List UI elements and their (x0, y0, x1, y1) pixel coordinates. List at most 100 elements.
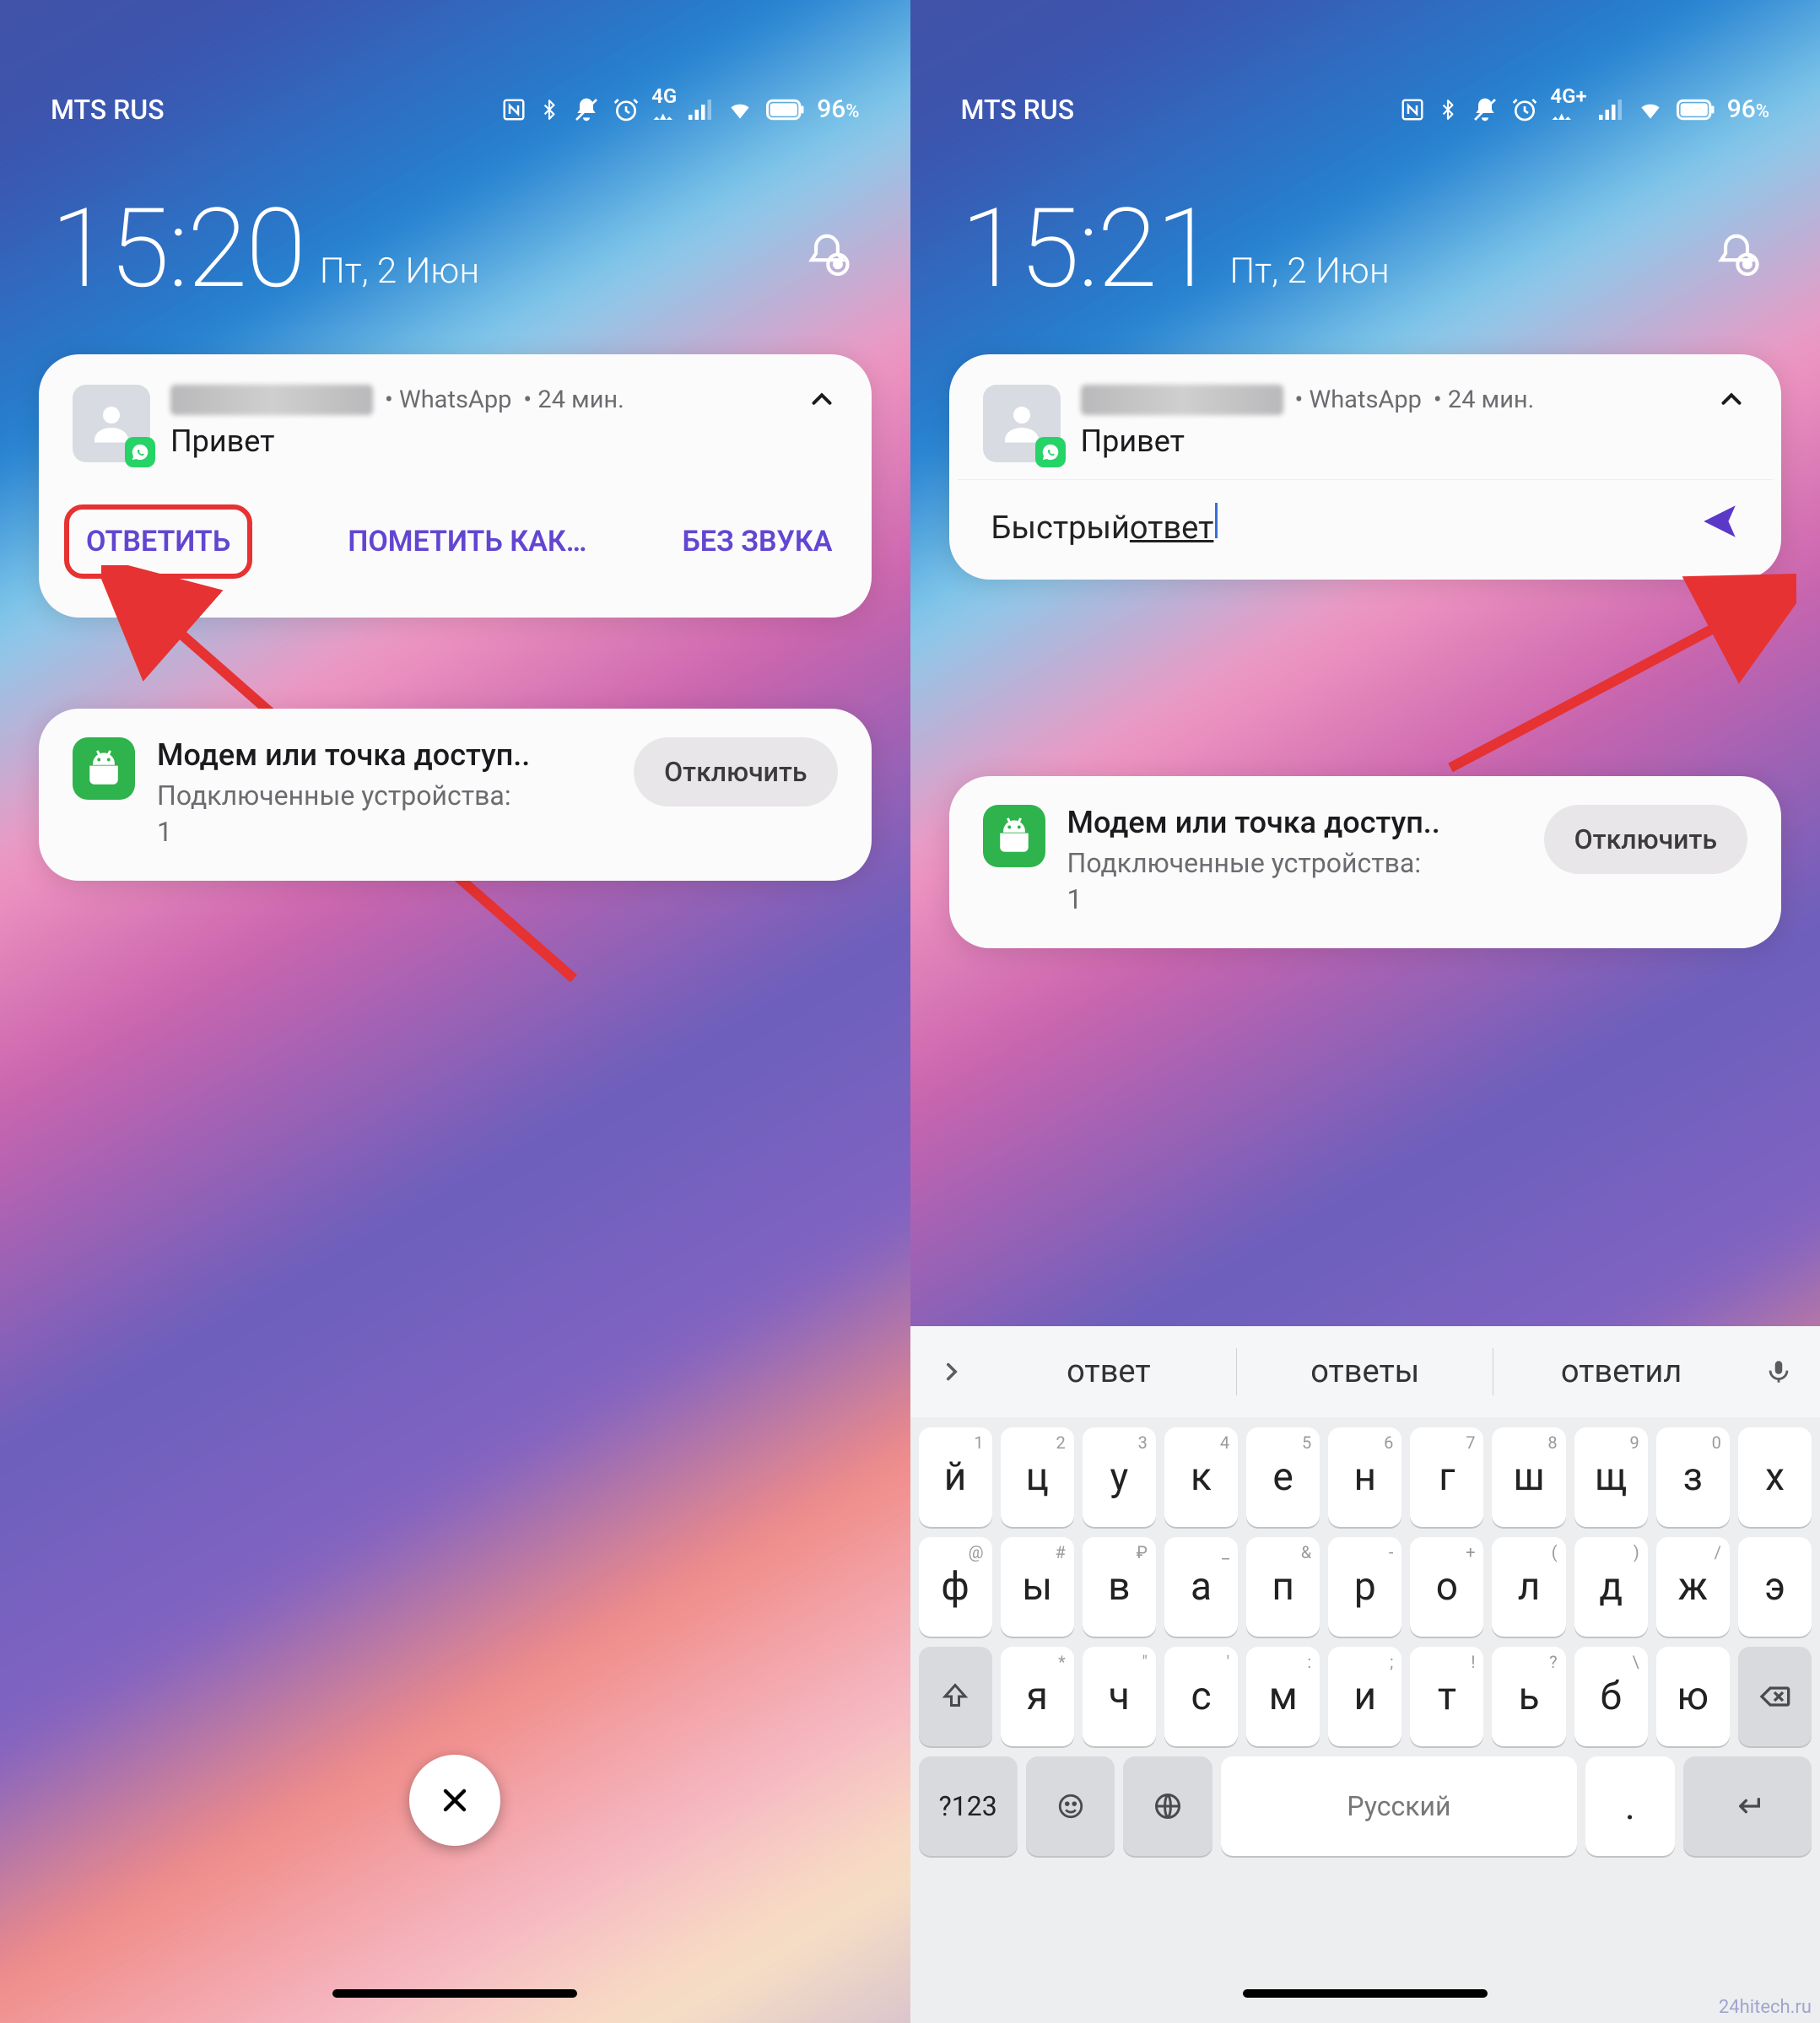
space-key[interactable]: Русский (1221, 1756, 1577, 1856)
quick-reply-input[interactable]: Быстрый ответ (991, 503, 1682, 547)
send-button[interactable] (1698, 500, 1747, 549)
key-ч[interactable]: ч" (1083, 1647, 1156, 1746)
mark-as-read-button[interactable]: ПОМЕТИТЬ КАК… (348, 525, 586, 558)
key-з[interactable]: з0 (1656, 1427, 1730, 1527)
key-я[interactable]: я* (1001, 1647, 1074, 1746)
avatar (983, 385, 1061, 462)
key-ц[interactable]: ц2 (1001, 1427, 1074, 1527)
clear-notifications-button[interactable] (409, 1755, 500, 1846)
bluetooth-icon (538, 96, 560, 123)
period-key[interactable]: . (1585, 1756, 1675, 1856)
status-icons: 4G+ 96% (1400, 90, 1769, 129)
nav-bar-indicator (1243, 1989, 1488, 1998)
key-в[interactable]: в₽ (1083, 1537, 1156, 1637)
notification-time: • 24 мин. (523, 386, 624, 414)
nav-bar-indicator (332, 1989, 577, 1998)
key-д[interactable]: д) (1574, 1537, 1648, 1637)
key-а[interactable]: а_ (1164, 1537, 1238, 1637)
key-ь[interactable]: ь? (1492, 1647, 1565, 1746)
notification-message: Привет (1081, 423, 1748, 459)
lockscreen-clock: 15:21 (961, 194, 1215, 304)
alarm-icon (1511, 96, 1538, 123)
nfc-icon (501, 96, 527, 123)
key-ф[interactable]: ф@ (919, 1537, 992, 1637)
hotspot-title: Модем или точка доступ.. (1067, 805, 1522, 840)
battery-icon (766, 96, 805, 123)
key-ы[interactable]: ы# (1001, 1537, 1074, 1637)
bluetooth-icon (1437, 96, 1459, 123)
key-щ[interactable]: щ9 (1574, 1427, 1648, 1527)
key-й[interactable]: й1 (919, 1427, 992, 1527)
key-у[interactable]: у3 (1083, 1427, 1156, 1527)
status-icons: 4G 96% (501, 90, 859, 129)
key-к[interactable]: к4 (1164, 1427, 1238, 1527)
emoji-key[interactable] (1026, 1756, 1115, 1856)
key-н[interactable]: н6 (1328, 1427, 1401, 1527)
whatsapp-badge-icon (125, 437, 155, 467)
notification-settings-icon[interactable] (801, 229, 860, 289)
key-и[interactable]: и; (1328, 1647, 1401, 1746)
key-б[interactable]: б\ (1574, 1647, 1648, 1746)
collapse-icon[interactable] (1715, 383, 1747, 418)
keyboard-suggestion-row: ответ ответы ответил (910, 1326, 1820, 1417)
annotation-highlight-box: ОТВЕТИТЬ (64, 504, 252, 579)
key-о[interactable]: о+ (1410, 1537, 1483, 1637)
signal-icon (689, 96, 714, 123)
phone-left: MTS RUS 4G 96% 15:20 Пт, 2 Июн (0, 0, 910, 2023)
carrier-label: MTS RUS (51, 94, 165, 126)
android-app-icon (73, 737, 135, 800)
wifi-icon (1636, 96, 1665, 123)
carrier-label: MTS RUS (961, 94, 1075, 126)
wifi-icon (726, 96, 754, 123)
key-ш[interactable]: ш8 (1492, 1427, 1565, 1527)
statusbar: MTS RUS 4G 96% (0, 0, 910, 143)
onscreen-keyboard: ответ ответы ответил й1ц2у3к4е5н6г7ш8щ9з… (910, 1326, 1820, 2023)
hotspot-notification-card[interactable]: Модем или точка доступ.. Подключенные ус… (39, 709, 872, 881)
notification-message: Привет (170, 423, 838, 459)
language-key[interactable] (1123, 1756, 1212, 1856)
disconnect-button[interactable]: Отключить (1544, 805, 1747, 874)
collapse-icon[interactable] (806, 383, 838, 418)
network-type-label: 4G+ (1550, 90, 1586, 129)
statusbar: MTS RUS 4G+ 96% (910, 0, 1820, 143)
key-е[interactable]: е5 (1246, 1427, 1320, 1527)
expand-suggestions-icon[interactable] (922, 1342, 981, 1401)
network-type-label: 4G (651, 90, 677, 129)
key-м[interactable]: м: (1246, 1647, 1320, 1746)
backspace-key[interactable] (1738, 1647, 1812, 1746)
mic-icon[interactable] (1749, 1357, 1808, 1386)
lockscreen-clock: 15:20 (51, 194, 305, 304)
mute-button[interactable]: БЕЗ ЗВУКА (682, 525, 832, 558)
key-п[interactable]: п& (1246, 1537, 1320, 1637)
hotspot-notification-card[interactable]: Модем или точка доступ.. Подключенные ус… (949, 776, 1782, 948)
key-г[interactable]: г7 (1410, 1427, 1483, 1527)
key-ж[interactable]: ж/ (1656, 1537, 1730, 1637)
vibrate-icon (572, 96, 601, 123)
sender-name-redacted (170, 385, 373, 415)
suggestion-3[interactable]: ответил (1493, 1353, 1749, 1390)
key-л[interactable]: л( (1492, 1537, 1565, 1637)
key-э[interactable]: э (1738, 1537, 1812, 1637)
key-ю[interactable]: ю (1656, 1647, 1730, 1746)
key-х[interactable]: х (1738, 1427, 1812, 1527)
shift-key[interactable] (919, 1647, 992, 1746)
key-т[interactable]: т! (1410, 1647, 1483, 1746)
symbols-key[interactable]: ?123 (919, 1756, 1018, 1856)
key-р[interactable]: р- (1328, 1537, 1401, 1637)
lockscreen-clock-row: 15:21 Пт, 2 Июн (910, 194, 1820, 304)
key-с[interactable]: с' (1164, 1647, 1238, 1746)
notification-settings-icon[interactable] (1710, 229, 1769, 289)
enter-key[interactable] (1683, 1756, 1812, 1856)
suggestion-2[interactable]: ответы (1237, 1353, 1493, 1390)
whatsapp-notification-card[interactable]: • WhatsApp • 24 мин. Привет Быстрый отве… (949, 354, 1782, 580)
notification-app: • WhatsApp (1295, 386, 1422, 414)
disconnect-button[interactable]: Отключить (634, 737, 837, 807)
whatsapp-badge-icon (1035, 437, 1066, 467)
watermark: 24hitech.ru (1719, 1997, 1812, 2018)
whatsapp-notification-card[interactable]: • WhatsApp • 24 мин. Привет ОТВЕТИТЬ ПОМ… (39, 354, 872, 618)
hotspot-subtitle: Подключенные устройства:1 (157, 778, 612, 850)
lockscreen-date: Пт, 2 Июн (320, 251, 479, 292)
battery-icon (1677, 96, 1715, 123)
reply-button[interactable]: ОТВЕТИТЬ (86, 525, 230, 558)
suggestion-1[interactable]: ответ (981, 1353, 1237, 1390)
